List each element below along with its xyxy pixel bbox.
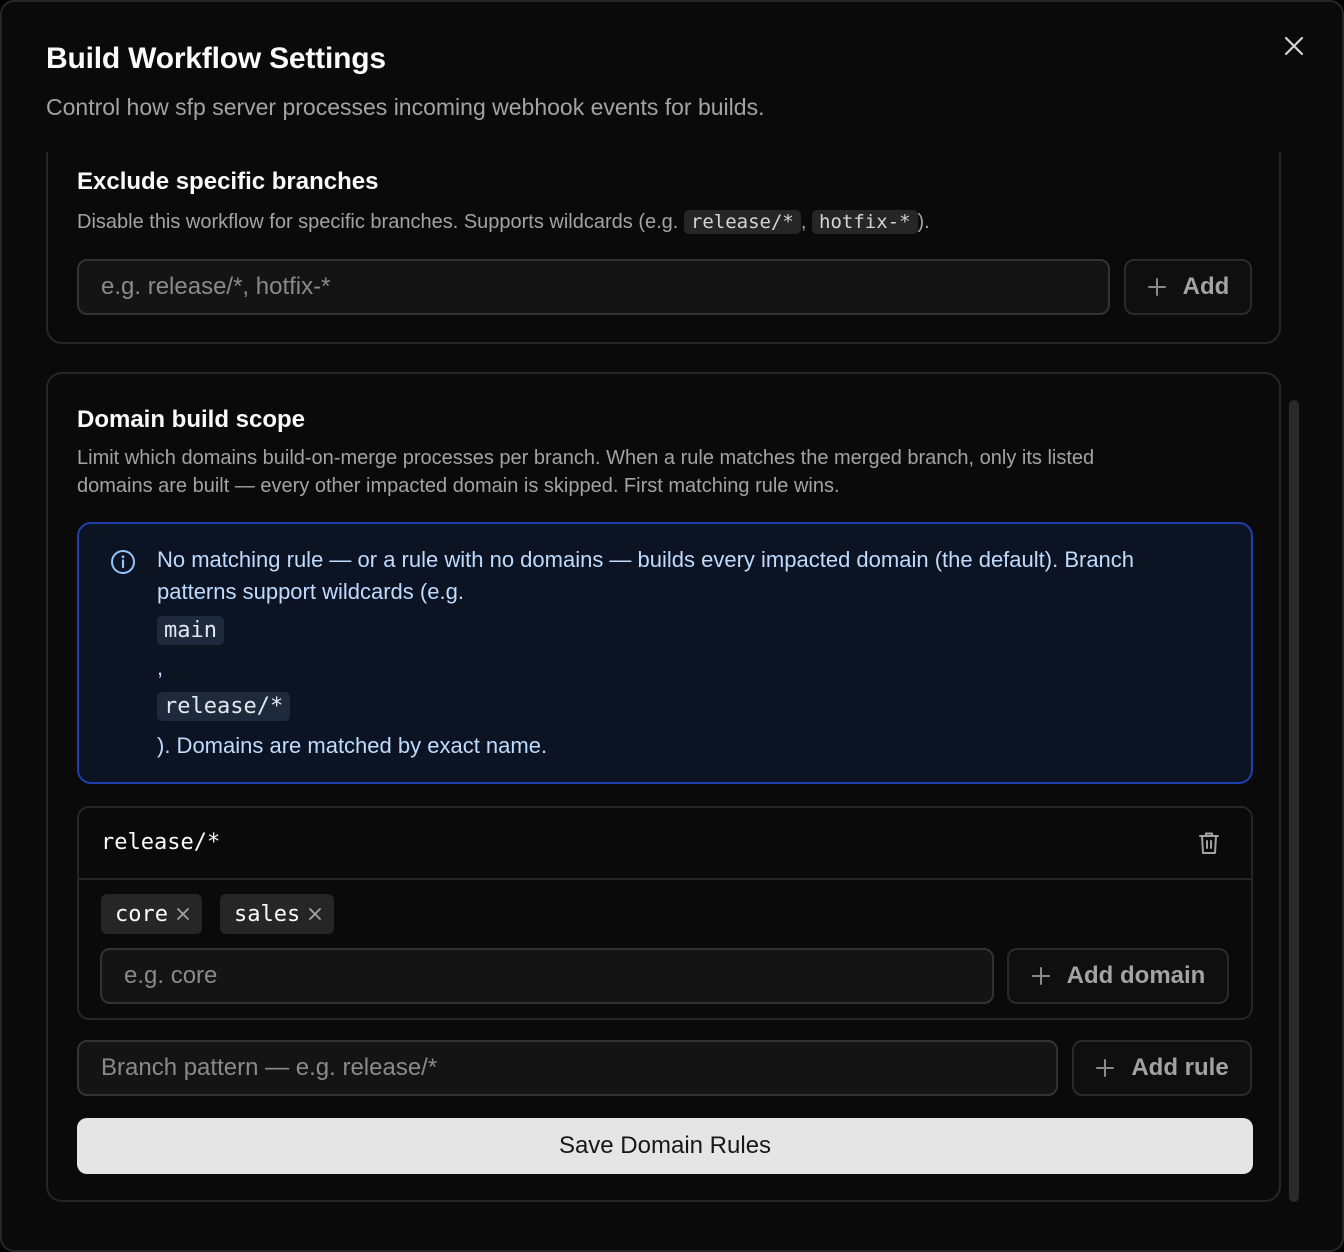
info-line-end: ). Domains are matched by exact name. [157,733,548,758]
plus-icon [1147,278,1166,296]
x-icon [309,908,322,920]
remove-domain-core-button[interactable] [176,907,190,921]
info-line-1: No matching rule — or a rule with no dom… [157,547,1135,572]
info-callout: No matching rule — or a rule with no dom… [77,522,1253,784]
dialog-title: Build Workflow Settings [46,42,386,75]
add-excluded-branch-label: Add [1182,273,1230,300]
rule-header: release/* [79,808,1251,880]
delete-rule-button[interactable] [1197,830,1221,861]
add-excluded-branch-button[interactable]: Add [1124,259,1252,315]
branch-pattern-placeholder: Branch pattern — e.g. release/* [101,1054,438,1081]
add-rule-button[interactable]: Add rule [1072,1040,1252,1096]
domain-scope-description: Limit which domains build-on-merge proce… [77,444,1094,500]
branch-pattern-input[interactable]: Branch pattern — e.g. release/* [77,1040,1058,1096]
domain-chip-label: core [115,901,168,927]
trash-icon [1199,832,1219,854]
info-comma: , [157,655,164,680]
exclude-branches-card: Exclude specific branches Disable this w… [46,152,1281,344]
domain-scope-title: Domain build scope [77,406,306,433]
info-icon [111,550,135,574]
add-domain-label: Add domain [1066,962,1206,989]
domain-chip-label: sales [234,901,301,927]
scrollbar-thumb[interactable] [1289,400,1299,1202]
remove-domain-sales-button[interactable] [308,907,322,921]
exclude-branches-description: Disable this workflow for specific branc… [77,208,930,236]
domain-scope-desc-line-2: domains are built — every other impacted… [77,475,840,497]
example-code-release: release/* [683,210,801,234]
rule-branch-pattern: release/* [101,830,221,855]
exclude-desc-prefix: Disable this workflow for specific branc… [77,211,684,233]
domain-build-scope-card: Domain build scope Limit which domains b… [46,372,1281,1202]
info-line-2: patterns support wildcards (e.g. [157,579,464,604]
close-button[interactable] [1280,32,1308,60]
add-domain-button[interactable]: Add domain [1007,948,1229,1004]
settings-scroll-area[interactable]: Exclude specific branches Disable this w… [46,152,1282,1222]
info-code-main: main [157,616,224,645]
plus-icon [1031,967,1050,985]
domain-chip-core: core [101,894,202,934]
domain-chip-sales: sales [220,894,335,934]
domain-rule: release/* core sales e.g. core Add domai… [77,806,1253,1020]
build-workflow-settings-dialog: Build Workflow Settings Control how sfp … [0,0,1344,1252]
plus-icon [1096,1059,1115,1077]
domain-input[interactable]: e.g. core [100,948,994,1004]
exclude-desc-separator: , [800,211,812,233]
exclude-desc-suffix: ). [917,211,930,233]
domain-input-placeholder: e.g. core [124,962,218,989]
add-rule-label: Add rule [1131,1054,1229,1081]
domain-scope-desc-line-1: Limit which domains build-on-merge proce… [77,447,1095,469]
dialog-description: Control how sfp server processes incomin… [46,94,765,120]
exclude-branch-placeholder: e.g. release/*, hotfix-* [101,273,331,300]
x-icon [177,908,189,920]
exclude-branches-title: Exclude specific branches [77,168,379,195]
info-code-release: release/* [157,692,291,721]
exclude-branch-input[interactable]: e.g. release/*, hotfix-* [77,259,1110,315]
example-code-hotfix: hotfix-* [812,210,918,234]
close-icon [1284,36,1304,56]
save-domain-rules-button[interactable]: Save Domain Rules [77,1118,1253,1174]
